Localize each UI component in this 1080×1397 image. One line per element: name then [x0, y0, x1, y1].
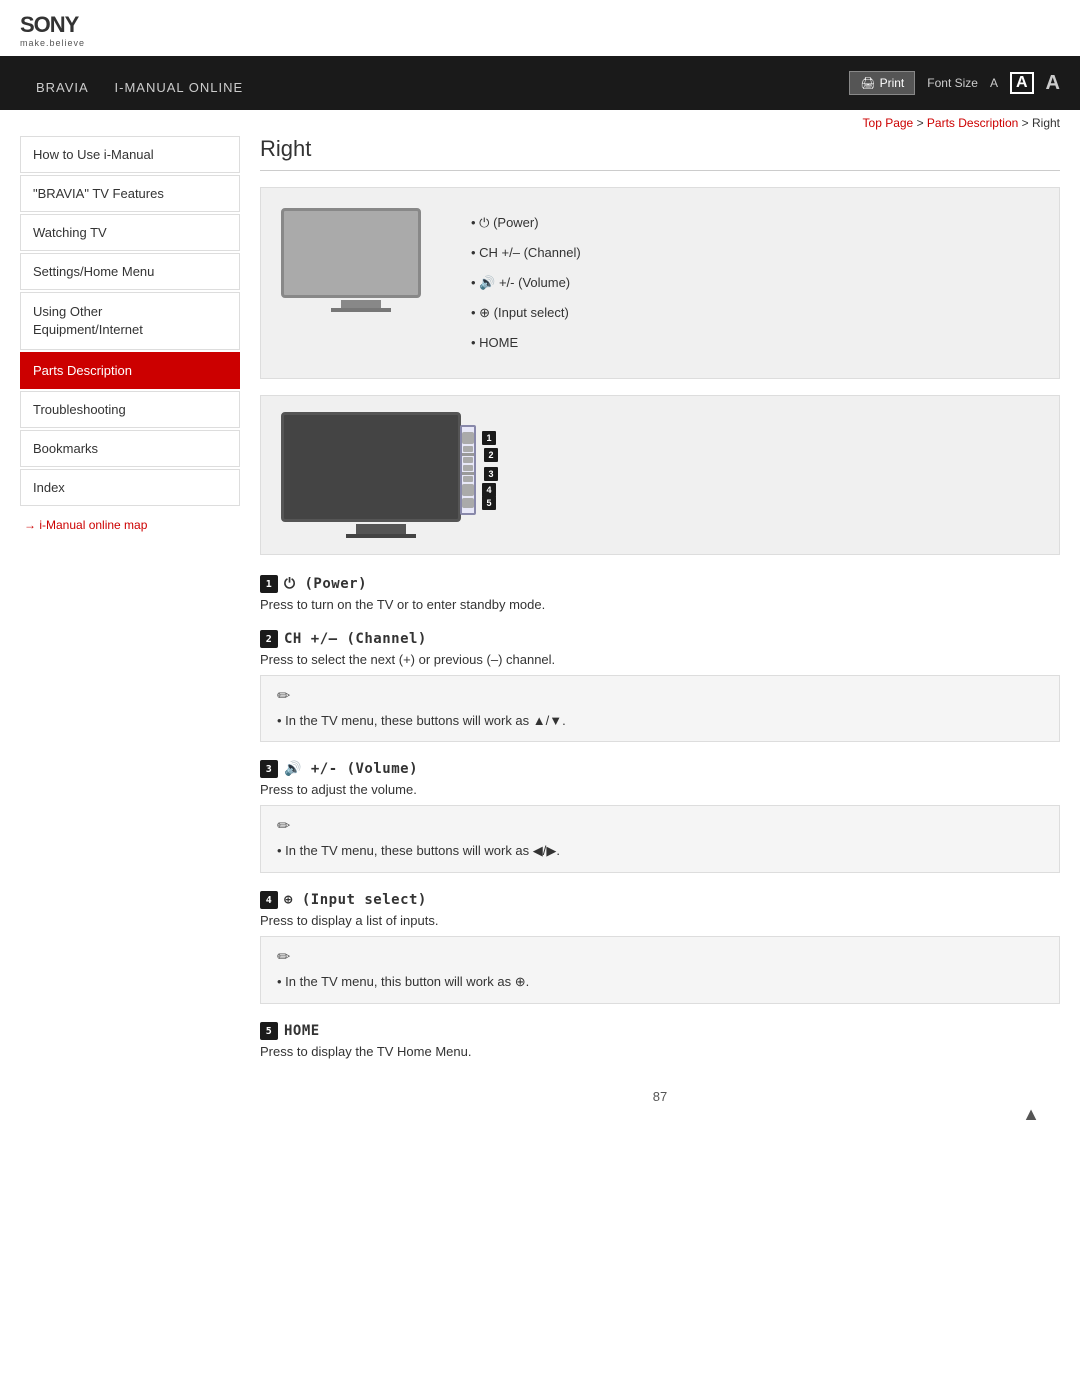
- overview-list: ⏻ (Power) CH +/– (Channel) 🔊 +/- (Volume…: [471, 208, 581, 358]
- sidebar-item-bookmarks[interactable]: Bookmarks: [20, 430, 240, 467]
- section-volume-desc: Press to adjust the volume.: [260, 782, 1060, 797]
- section-input-heading: 4 ⊕ (Input select): [260, 891, 1060, 909]
- page-number: 87: [260, 1089, 1060, 1104]
- bravia-logo: BRAVIA i-Manual online: [20, 67, 243, 99]
- note-input: ✏ In the TV menu, this button will work …: [260, 936, 1060, 1004]
- num-badge-1: 1: [482, 431, 496, 445]
- sidebar: How to Use i-Manual "BRAVIA" TV Features…: [20, 136, 240, 1125]
- section-home: 5 HOME Press to display the TV Home Menu…: [260, 1022, 1060, 1059]
- overview-item-volume: 🔊 +/- (Volume): [471, 268, 581, 298]
- main-layout: How to Use i-Manual "BRAVIA" TV Features…: [0, 136, 1080, 1165]
- note-channel-item: In the TV menu, these buttons will work …: [277, 710, 1043, 731]
- overview-box: ⏻ (Power) CH +/– (Channel) 🔊 +/- (Volume…: [260, 187, 1060, 379]
- section-power-desc: Press to turn on the TV or to enter stan…: [260, 597, 1060, 612]
- sidebar-item-troubleshooting[interactable]: Troubleshooting: [20, 391, 240, 428]
- page-title: Right: [260, 136, 1060, 171]
- overview-item-channel: CH +/– (Channel): [471, 238, 581, 268]
- note-icon-1: ✏: [277, 686, 1043, 706]
- header-controls: 🖨 Print Font Size A A A: [849, 71, 1060, 95]
- sidebar-item-index[interactable]: Index: [20, 469, 240, 506]
- sidebar-item-watching-tv[interactable]: Watching TV: [20, 214, 240, 251]
- num-badge-3: 3: [484, 467, 498, 481]
- note-icon-3: ✏: [277, 947, 1043, 967]
- section-channel-title: CH +/– (Channel): [284, 631, 427, 647]
- sidebar-map-link[interactable]: i-Manual online map: [20, 508, 240, 542]
- sony-tagline: make.believe: [20, 38, 1060, 48]
- tv-stand: [341, 300, 381, 308]
- overview-item-home: HOME: [471, 328, 581, 358]
- note-volume: ✏ In the TV menu, these buttons will wor…: [260, 805, 1060, 873]
- section-channel: 2 CH +/– (Channel) Press to select the n…: [260, 630, 1060, 742]
- content-area: Right ⏻ (Power) CH +/– (Channel) 🔊 +/- (…: [260, 136, 1060, 1125]
- tv-side-panel: 1 2: [460, 425, 476, 515]
- detail-box: 1 2: [260, 395, 1060, 555]
- panel-btn-5: 5: [462, 498, 474, 508]
- num-badge-5: 5: [482, 496, 496, 510]
- section-power: 1 ⏻ (Power) Press to turn on the TV or t…: [260, 575, 1060, 612]
- tv-detail-base: [346, 534, 416, 538]
- section-power-title: ⏻ (Power): [284, 576, 367, 592]
- font-size-label: Font Size: [927, 76, 978, 90]
- note-icon-2: ✏: [277, 816, 1043, 836]
- sidebar-item-bravia-features[interactable]: "BRAVIA" TV Features: [20, 175, 240, 212]
- tv-base: [331, 308, 391, 312]
- note-channel: ✏ In the TV menu, these buttons will wor…: [260, 675, 1060, 742]
- breadcrumb-top-page[interactable]: Top Page: [863, 116, 914, 130]
- section-volume-title: 🔊 +/- (Volume): [284, 761, 418, 777]
- section-volume-heading: 3 🔊 +/- (Volume): [260, 760, 1060, 778]
- sidebar-item-other-equipment[interactable]: Using OtherEquipment/Internet: [20, 292, 240, 350]
- panel-btn-2: 2: [462, 446, 474, 463]
- num-4: 4: [260, 891, 278, 909]
- section-home-title: HOME: [284, 1023, 320, 1039]
- tv-body: [281, 208, 421, 298]
- scroll-top-button[interactable]: ▲: [1022, 1104, 1040, 1125]
- breadcrumb: Top Page > Parts Description > Right: [0, 110, 1080, 136]
- section-power-heading: 1 ⏻ (Power): [260, 575, 1060, 593]
- overview-item-input: ⊕ (Input select): [471, 298, 581, 328]
- section-volume: 3 🔊 +/- (Volume) Press to adjust the vol…: [260, 760, 1060, 873]
- sidebar-item-parts-description[interactable]: Parts Description: [20, 352, 240, 389]
- overview-item-power: ⏻ (Power): [471, 208, 581, 238]
- tv-detail-body: 1 2: [281, 412, 461, 522]
- font-size-large[interactable]: A: [1046, 72, 1060, 95]
- note-volume-item: In the TV menu, these buttons will work …: [277, 840, 1043, 862]
- sony-logo: SONY: [20, 12, 1060, 38]
- tv-detail-stand: [356, 524, 406, 534]
- section-home-heading: 5 HOME: [260, 1022, 1060, 1040]
- print-icon: 🖨: [860, 76, 875, 90]
- print-button[interactable]: 🖨 Print: [849, 71, 915, 95]
- num-badge-4: 4: [482, 483, 496, 497]
- num-3: 3: [260, 760, 278, 778]
- font-size-small[interactable]: A: [990, 76, 998, 90]
- header-bar: BRAVIA i-Manual online 🖨 Print Font Size…: [0, 56, 1080, 110]
- panel-btn-3: 3: [462, 465, 474, 482]
- font-size-medium[interactable]: A: [1010, 72, 1034, 94]
- num-badge-2: 2: [484, 448, 498, 462]
- panel-btn-4: 4: [462, 484, 474, 496]
- tv-detail-illustration: 1 2: [281, 412, 481, 538]
- breadcrumb-parts-description[interactable]: Parts Description: [927, 116, 1018, 130]
- panel-btn-1: 1: [462, 432, 474, 444]
- section-home-desc: Press to display the TV Home Menu.: [260, 1044, 1060, 1059]
- num-2: 2: [260, 630, 278, 648]
- num-5: 5: [260, 1022, 278, 1040]
- tv-illustration: [281, 208, 441, 312]
- section-input-desc: Press to display a list of inputs.: [260, 913, 1060, 928]
- num-1: 1: [260, 575, 278, 593]
- note-input-item: In the TV menu, this button will work as…: [277, 971, 1043, 993]
- page-footer: 87 ▲: [260, 1089, 1060, 1104]
- sidebar-item-settings[interactable]: Settings/Home Menu: [20, 253, 240, 290]
- section-channel-desc: Press to select the next (+) or previous…: [260, 652, 1060, 667]
- section-input: 4 ⊕ (Input select) Press to display a li…: [260, 891, 1060, 1004]
- section-input-title: ⊕ (Input select): [284, 892, 427, 908]
- section-channel-heading: 2 CH +/– (Channel): [260, 630, 1060, 648]
- sony-logo-area: SONY make.believe: [0, 0, 1080, 56]
- breadcrumb-current: Right: [1032, 116, 1060, 130]
- sidebar-item-how-to-use[interactable]: How to Use i-Manual: [20, 136, 240, 173]
